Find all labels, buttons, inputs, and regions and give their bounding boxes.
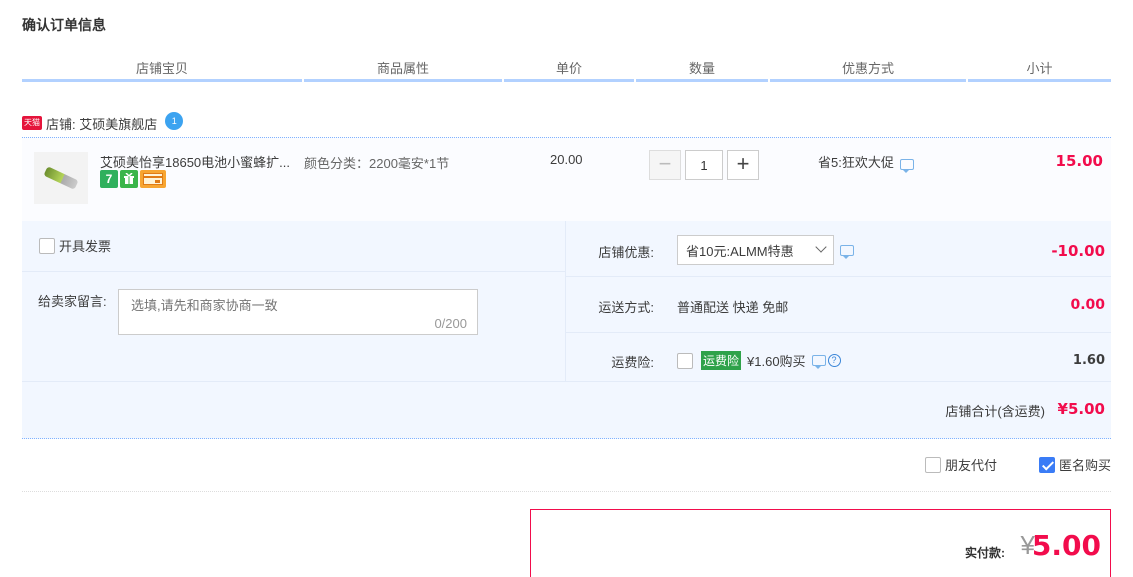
insurance-value: 运费险 ¥1.60购买 ? <box>677 351 841 370</box>
payment-options: 朋友代付 匿名购买 <box>924 455 1111 474</box>
table-header: 店铺宝贝 商品属性 单价 数量 优惠方式 小计 <box>22 58 1111 82</box>
fees-panel: 店铺优惠: 省10元:ALMM特惠 -10.00 运送方式: 普通配送 快递 免… <box>566 221 1111 381</box>
shop-discount-amount: -10.00 <box>1051 242 1105 260</box>
shop-discount-label: 店铺优惠: <box>598 245 654 260</box>
item-unit-price: 20.00 <box>550 152 583 167</box>
insurance-amount: 1.60 <box>1072 353 1105 368</box>
message-label: 给卖家留言: <box>38 294 107 309</box>
col-header-item: 店铺宝贝 <box>22 58 302 82</box>
tmall-icon: 天猫 <box>22 116 42 130</box>
col-header-promo: 优惠方式 <box>770 58 966 82</box>
payment-summary: 实付款: ¥ 5.00 <box>530 509 1111 577</box>
item-attribute: 颜色分类：2200毫安*1节 <box>304 156 450 171</box>
item-promo-label: 省5:狂欢大促 <box>818 155 894 170</box>
help-question-icon[interactable]: ? <box>827 354 841 367</box>
insurance-price-text: ¥1.60购买 <box>747 354 806 369</box>
friend-pay-checkbox[interactable] <box>924 456 941 473</box>
gift-icon[interactable] <box>120 170 138 188</box>
quantity-increase-button[interactable]: + <box>727 150 759 180</box>
shop-total-amount: ¥5.00 <box>1057 400 1105 418</box>
shop-name[interactable]: 店铺: 艾硕美旗舰店 <box>46 114 157 133</box>
invoice-checkbox[interactable] <box>39 237 55 254</box>
buyer-options-panel: 开具发票 给卖家留言: 0/200 <box>22 221 565 381</box>
quantity-decrease-button[interactable]: − <box>649 150 681 180</box>
col-header-price: 单价 <box>504 58 634 82</box>
shipping-label: 运送方式: <box>598 300 654 315</box>
shop-total-label: 店铺合计(含运费) <box>945 404 1045 419</box>
discount-comment-icon[interactable] <box>840 244 854 259</box>
payment-label: 实付款: <box>965 546 1005 560</box>
insurance-checkbox[interactable] <box>677 352 693 369</box>
seven-day-return-icon[interactable]: 7 <box>100 170 118 188</box>
col-header-subtotal: 小计 <box>968 58 1111 82</box>
message-box: 0/200 <box>118 289 478 335</box>
col-header-quantity: 数量 <box>636 58 768 82</box>
quantity-input[interactable] <box>685 150 723 180</box>
credit-card-icon[interactable] <box>140 170 166 188</box>
shop-total-row: 店铺合计(含运费) ¥5.00 <box>22 381 1111 439</box>
shop-discount-row: 店铺优惠: 省10元:ALMM特惠 -10.00 <box>566 221 1111 277</box>
payment-total: 5.00 <box>1031 529 1101 562</box>
chevron-down-icon <box>815 241 827 253</box>
insurance-badge: 运费险 <box>701 351 742 370</box>
insurance-label: 运费险: <box>611 355 654 370</box>
col-header-attribute: 商品属性 <box>304 58 502 82</box>
shop-discount-select[interactable]: 省10元:ALMM特惠 <box>677 235 834 265</box>
order-detail-panel: 开具发票 给卖家留言: 0/200 店铺优惠: 省10元:ALMM特惠 -10.… <box>22 221 1111 439</box>
promo-comment-icon[interactable] <box>899 159 914 173</box>
anonymous-buy-checkbox[interactable] <box>1038 456 1055 473</box>
anonymous-buy-option[interactable]: 匿名购买 <box>1038 455 1111 474</box>
friend-pay-option[interactable]: 朋友代付 <box>924 455 997 474</box>
shipping-value: 普通配送 快递 免邮 <box>677 300 789 315</box>
divider <box>22 491 1111 492</box>
page-title: 确认订单信息 <box>22 17 106 33</box>
shipping-amount: 0.00 <box>1070 297 1105 313</box>
order-item-row: 艾硕美怡享18650电池小蜜蜂扩... 7 颜色分类：2200毫安*1节 20.… <box>22 137 1111 221</box>
battery-image <box>43 166 79 190</box>
invoice-label: 开具发票 <box>59 239 112 254</box>
item-thumbnail[interactable] <box>34 152 88 204</box>
item-subtotal: 15.00 <box>1055 152 1103 170</box>
shipping-row: 运送方式: 普通配送 快递 免邮 0.00 <box>566 277 1111 333</box>
item-promo: 省5:狂欢大促 <box>818 152 914 173</box>
shop-discount-value: 省10元:ALMM特惠 <box>677 235 854 265</box>
message-to-seller-input[interactable] <box>119 290 477 334</box>
invoice-option[interactable]: 开具发票 <box>39 236 111 255</box>
friend-pay-label: 朋友代付 <box>944 458 997 473</box>
insurance-row: 运费险: 运费险 ¥1.60购买 ? 1.60 <box>566 333 1111 381</box>
shop-row: 天猫 店铺: 艾硕美旗舰店 1 <box>22 112 184 134</box>
wangwang-chat-icon[interactable]: 1 <box>165 112 184 130</box>
item-name-link[interactable]: 艾硕美怡享18650电池小蜜蜂扩... <box>100 152 300 171</box>
divider <box>22 271 565 272</box>
shop-discount-selected: 省10元:ALMM特惠 <box>686 243 794 259</box>
anonymous-buy-label: 匿名购买 <box>1058 458 1111 473</box>
quantity-stepper: − + <box>649 150 759 180</box>
insurance-comment-icon[interactable] <box>811 355 826 369</box>
service-tags: 7 <box>100 170 166 188</box>
message-char-count: 0/200 <box>434 316 467 331</box>
